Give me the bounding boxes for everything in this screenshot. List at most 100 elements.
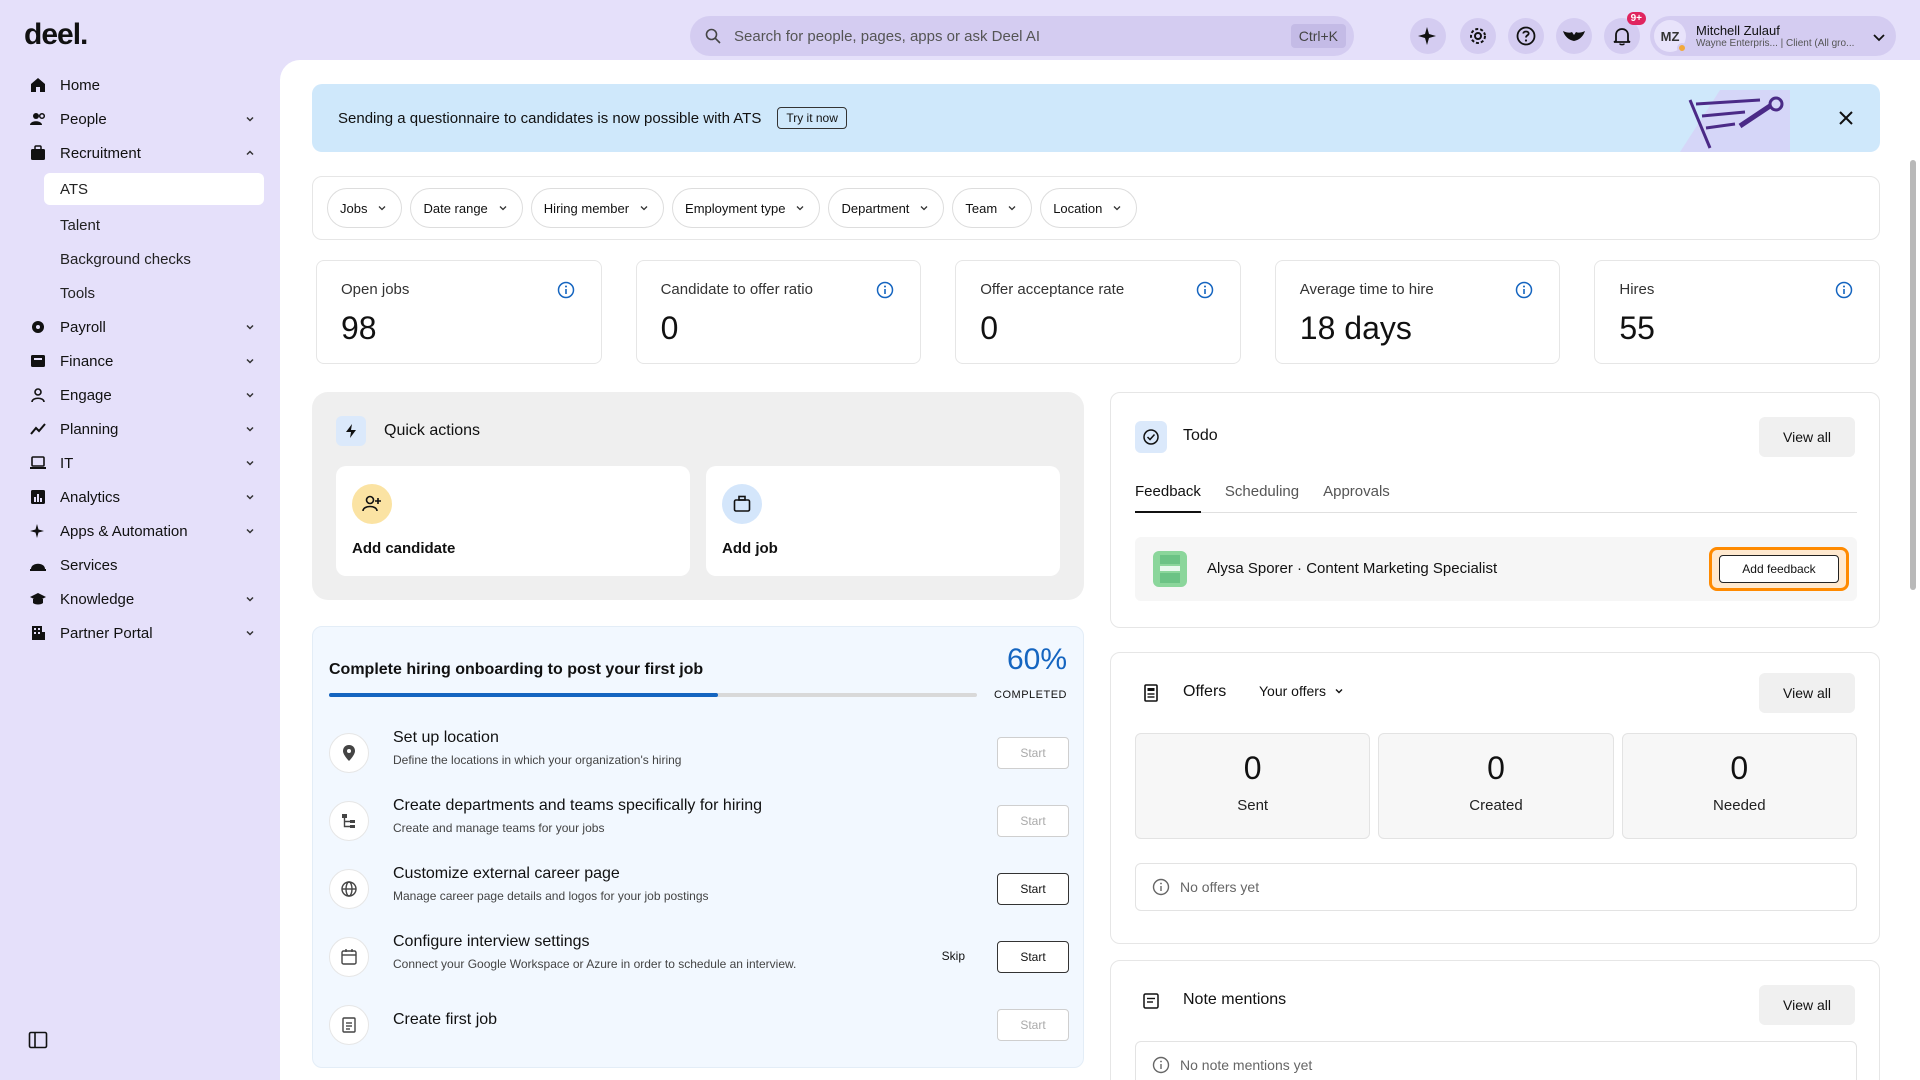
notifications-button[interactable]: 9+ — [1604, 12, 1646, 54]
todo-view-all-button[interactable]: View all — [1759, 417, 1855, 457]
avatar — [1153, 551, 1187, 587]
add-feedback-highlight: Add feedback — [1709, 547, 1849, 591]
sidebar-item-apps-automation[interactable]: Apps & Automation — [20, 514, 264, 548]
sidebar-item-partner-portal[interactable]: Partner Portal — [20, 616, 264, 650]
stat-card-hires: Hires 55 — [1594, 260, 1880, 364]
filter-location[interactable]: Location — [1040, 188, 1138, 228]
sidebar-item-home[interactable]: Home — [20, 68, 264, 102]
start-button[interactable]: Start — [997, 1009, 1069, 1041]
sidebar-item-recruitment[interactable]: Recruitment — [20, 136, 264, 170]
filter-team[interactable]: Team — [952, 188, 1033, 228]
search-input[interactable]: Search for people, pages, apps or ask De… — [734, 28, 1040, 45]
note-mentions-title: Note mentions — [1183, 991, 1287, 1008]
sidebar-item-finance[interactable]: Finance — [20, 344, 264, 378]
scrollbar[interactable] — [1910, 160, 1916, 590]
skip-button[interactable]: Skip — [942, 949, 965, 963]
tab-feedback[interactable]: Feedback — [1135, 483, 1201, 513]
filter-jobs[interactable]: Jobs — [327, 188, 403, 228]
chevron-up-icon — [246, 150, 254, 156]
graduation-cap-icon — [28, 589, 48, 609]
avatar: MZ — [1654, 20, 1687, 53]
todo-tabs: Feedback Scheduling Approvals — [1135, 483, 1857, 513]
onboarding-task: Configure interview settings Connect you… — [329, 931, 1069, 987]
feedback-item: Alysa Sporer · Content Marketing Special… — [1135, 537, 1857, 601]
info-icon — [1152, 1056, 1170, 1074]
chevron-down-icon — [246, 358, 254, 364]
chevron-down-icon — [246, 460, 254, 466]
info-icon[interactable] — [557, 281, 575, 299]
sidebar-item-it[interactable]: IT — [20, 446, 264, 480]
sidebar-item-label: Planning — [60, 420, 119, 438]
filter-date-range[interactable]: Date range — [410, 188, 523, 228]
info-icon[interactable] — [1196, 281, 1214, 299]
filter-employment-type[interactable]: Employment type — [672, 188, 821, 228]
sidebar-item-analytics[interactable]: Analytics — [20, 480, 264, 514]
sidebar-subitem-background-checks[interactable]: Background checks — [20, 242, 264, 276]
banner-text: Sending a questionnaire to candidates is… — [338, 109, 762, 127]
settings-button[interactable] — [1460, 18, 1496, 54]
start-button[interactable]: Start — [997, 941, 1069, 973]
location-pin-icon — [329, 733, 369, 773]
home-icon — [28, 75, 48, 95]
sidebar-item-people[interactable]: People — [20, 102, 264, 136]
finance-icon — [28, 351, 48, 371]
sidebar-subitem-talent[interactable]: Talent — [20, 208, 264, 242]
offers-scope-dropdown[interactable]: Your offers — [1259, 683, 1344, 699]
add-candidate-button[interactable]: Add candidate — [336, 466, 690, 576]
notes-view-all-button[interactable]: View all — [1759, 985, 1855, 1025]
stat-card-average-time-to-hire: Average time to hire 18 days — [1274, 260, 1561, 364]
try-it-now-button[interactable]: Try it now — [777, 107, 847, 129]
add-feedback-button[interactable]: Add feedback — [1719, 555, 1839, 583]
sidebar-item-planning[interactable]: Planning — [20, 412, 264, 446]
deel-mascot-button[interactable] — [1556, 18, 1592, 54]
sidebar-item-payroll[interactable]: Payroll — [20, 310, 264, 344]
task-description: Define the locations in which your organ… — [393, 753, 682, 767]
stat-card-offer-acceptance-rate: Offer acceptance rate 0 — [955, 260, 1241, 364]
info-icon[interactable] — [1835, 281, 1853, 299]
start-button[interactable]: Start — [997, 873, 1069, 905]
start-button[interactable]: Start — [997, 737, 1069, 769]
user-info: Mitchell Zulauf Wayne Enterpris... | Cli… — [1696, 23, 1854, 49]
add-job-button[interactable]: Add job — [706, 466, 1060, 576]
main-content: Sending a questionnaire to candidates is… — [280, 60, 1920, 1080]
chevron-down-icon — [920, 206, 928, 211]
sidebar-item-services[interactable]: Services — [20, 548, 264, 582]
ai-sparkle-button[interactable] — [1410, 18, 1446, 54]
briefcase-icon — [28, 143, 48, 163]
deel-logo[interactable]: deel. — [24, 18, 88, 52]
sidebar-item-engage[interactable]: Engage — [20, 378, 264, 412]
filter-department[interactable]: Department — [828, 188, 945, 228]
offers-view-all-button[interactable]: View all — [1759, 673, 1855, 713]
sidebar-nav: Home People Recruitment ATS Talent Backg… — [20, 68, 264, 650]
global-search[interactable]: Search for people, pages, apps or ask De… — [690, 16, 1354, 56]
sidebar-item-label: Apps & Automation — [60, 522, 188, 540]
sidebar-subitem-ats[interactable]: ATS — [44, 173, 264, 205]
payroll-icon — [28, 317, 48, 337]
chevron-down-icon — [640, 206, 648, 211]
filter-bar: Jobs Date range Hiring member Employment… — [312, 176, 1880, 240]
empty-state-text: No note mentions yet — [1180, 1057, 1313, 1073]
sidebar-item-knowledge[interactable]: Knowledge — [20, 582, 264, 616]
avatar-initials: MZ — [1660, 28, 1680, 44]
tab-approvals[interactable]: Approvals — [1323, 483, 1390, 513]
sidebar-item-label: Home — [60, 76, 101, 94]
info-icon[interactable] — [1515, 281, 1533, 299]
sidebar-collapse-icon[interactable] — [28, 1030, 48, 1050]
filter-hiring-member[interactable]: Hiring member — [530, 188, 665, 228]
sidebar-subitem-tools[interactable]: Tools — [20, 276, 264, 310]
user-menu[interactable]: MZ Mitchell Zulauf Wayne Enterpris... | … — [1650, 16, 1896, 56]
close-icon[interactable] — [1836, 108, 1856, 128]
filter-label: Location — [1053, 200, 1103, 216]
chevron-down-icon — [1008, 206, 1016, 211]
help-button[interactable] — [1508, 18, 1544, 54]
info-icon[interactable] — [876, 281, 894, 299]
job-post-icon — [329, 1005, 369, 1045]
start-button[interactable]: Start — [997, 805, 1069, 837]
offers-scope-label: Your offers — [1259, 683, 1326, 699]
filter-label: Employment type — [685, 200, 786, 216]
quick-actions-panel: Quick actions Add candidate Add job — [312, 392, 1084, 600]
tab-scheduling[interactable]: Scheduling — [1225, 483, 1299, 513]
filter-label: Department — [841, 200, 910, 216]
task-title: Create first job — [393, 1011, 498, 1028]
chevron-down-icon — [246, 426, 254, 432]
